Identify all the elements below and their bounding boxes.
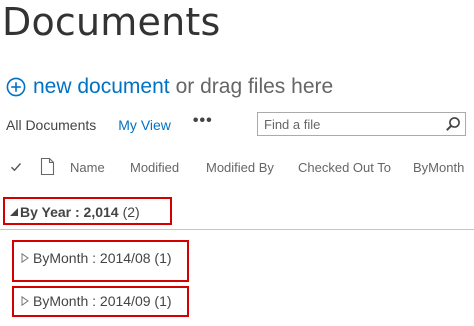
column-header-modified[interactable]: Modified xyxy=(130,160,179,175)
drag-files-text: or drag files here xyxy=(175,75,334,98)
group-label: By Year : 2,014 xyxy=(20,204,119,220)
expanded-triangle-icon xyxy=(10,208,18,216)
group-count: (2) xyxy=(122,204,140,220)
search-box xyxy=(257,112,466,136)
search-icon[interactable] xyxy=(445,116,461,132)
view-my-view[interactable]: My View xyxy=(118,117,171,133)
column-header-name[interactable]: Name xyxy=(70,160,105,175)
column-header-modified-by[interactable]: Modified By xyxy=(206,160,274,175)
group-divider xyxy=(0,229,474,230)
search-input[interactable] xyxy=(258,113,434,135)
page-title: Documents xyxy=(2,0,221,44)
more-views-icon[interactable]: ••• xyxy=(193,112,213,130)
subgroup-row[interactable]: ByMonth : 2014/09 (1) xyxy=(21,290,172,312)
column-header-checked-out-to[interactable]: Checked Out To xyxy=(298,160,391,175)
collapsed-triangle-icon xyxy=(21,253,29,263)
subgroup-label: ByMonth : 2014/09 (1) xyxy=(33,293,172,309)
checkmark-icon[interactable] xyxy=(10,161,22,173)
document-type-icon xyxy=(40,157,55,176)
add-circle-icon[interactable] xyxy=(6,77,26,97)
new-document-row: new document or drag files here xyxy=(6,74,333,100)
subgroup-label: ByMonth : 2014/08 (1) xyxy=(33,250,172,266)
collapsed-triangle-icon xyxy=(21,296,29,306)
view-selector: All Documents My View ••• xyxy=(6,112,213,137)
subgroup-row[interactable]: ByMonth : 2014/08 (1) xyxy=(21,247,172,269)
new-document-link[interactable]: new document xyxy=(33,75,170,99)
column-header-bymonth[interactable]: ByMonth xyxy=(413,160,464,175)
column-header-row: Name Modified Modified By Checked Out To… xyxy=(0,156,474,180)
group-header-by-year[interactable]: By Year : 2,014 (2) xyxy=(10,201,140,223)
view-all-documents[interactable]: All Documents xyxy=(6,117,96,133)
